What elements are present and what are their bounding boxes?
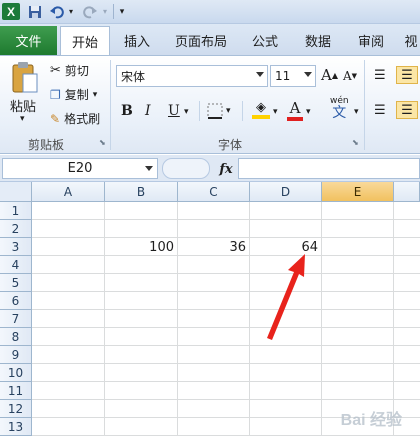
- formula-bar-splitter[interactable]: [162, 158, 210, 179]
- cut-button[interactable]: ✂ 剪切: [50, 62, 89, 79]
- underline-dropdown-icon[interactable]: ▾: [184, 107, 189, 117]
- paste-button[interactable]: 粘贴: [10, 96, 36, 115]
- copy-dropdown-icon[interactable]: ▾: [93, 90, 98, 100]
- font-name-value: 宋体: [121, 69, 146, 84]
- group-divider: [110, 60, 111, 150]
- paste-dropdown-icon[interactable]: ▾: [20, 114, 25, 124]
- fill-color-dropdown-icon[interactable]: ▾: [273, 107, 278, 117]
- customize-qat-icon[interactable]: ▾: [116, 3, 128, 20]
- font-launcher-icon[interactable]: ⬊: [352, 138, 359, 147]
- undo-icon[interactable]: [49, 3, 65, 20]
- undo-dropdown-icon[interactable]: ▾: [66, 3, 76, 20]
- tab-formulas[interactable]: 公式: [243, 26, 287, 55]
- excel-logo-icon[interactable]: X: [2, 3, 20, 20]
- grow-font-label: A: [321, 66, 332, 84]
- font-name-combo[interactable]: 宋体: [116, 65, 268, 87]
- quick-access-toolbar: X ▾ ▾ ▾: [0, 0, 420, 24]
- tab-file[interactable]: 文件: [0, 26, 57, 55]
- paint-bucket-icon: ◈: [256, 100, 266, 115]
- ribbon-home: 粘贴 ▾ ✂ 剪切 ❐ 复制 ▾ ✎ 格式刷 剪贴板 ⬊ 宋体 11 A ▲ A ▼…: [0, 55, 420, 154]
- name-box[interactable]: E20: [2, 158, 158, 179]
- tab-home[interactable]: 开始: [60, 26, 110, 55]
- tab-view[interactable]: 视: [402, 26, 420, 55]
- align-top-icon[interactable]: ☰: [374, 68, 386, 83]
- qat-separator: [113, 4, 114, 19]
- tab-data[interactable]: 数据: [296, 26, 340, 55]
- tab-page-layout[interactable]: 页面布局: [168, 26, 234, 55]
- shrink-font-button[interactable]: A ▼: [343, 69, 357, 83]
- border-dropdown-icon[interactable]: ▾: [226, 106, 231, 116]
- formula-input[interactable]: [238, 158, 420, 179]
- clipboard-group-label: 剪贴板: [28, 138, 65, 152]
- formula-bar: E20 fx: [0, 155, 420, 182]
- font-name-dropdown-icon[interactable]: [256, 72, 264, 77]
- separator: [242, 101, 243, 121]
- font-color-dropdown-icon[interactable]: ▾: [306, 107, 311, 117]
- save-icon[interactable]: [27, 3, 43, 20]
- group-divider: [364, 60, 365, 150]
- redo-icon[interactable]: [82, 3, 98, 20]
- scissors-icon: ✂: [50, 63, 61, 78]
- phonetic-bottom: 文: [332, 105, 347, 121]
- phonetic-guide-button[interactable]: wén 文: [330, 97, 349, 121]
- grow-font-button[interactable]: A ▲: [321, 66, 338, 84]
- format-painter-label: 格式刷: [64, 112, 101, 126]
- italic-button[interactable]: I: [145, 103, 151, 119]
- border-button[interactable]: ▾: [207, 103, 231, 119]
- font-size-dropdown-icon[interactable]: [304, 72, 312, 77]
- underline-button[interactable]: U: [168, 103, 180, 119]
- fill-color-button[interactable]: ◈: [252, 100, 270, 119]
- redo-dropdown-icon[interactable]: ▾: [100, 3, 110, 20]
- font-color-button[interactable]: A: [287, 99, 303, 121]
- tab-insert[interactable]: 插入: [114, 26, 160, 55]
- align-center-icon[interactable]: ☰: [396, 101, 418, 119]
- format-painter-button[interactable]: ✎ 格式刷: [50, 110, 100, 127]
- shrink-font-label: A: [343, 69, 352, 83]
- red-arrow-icon: [267, 254, 305, 340]
- annotation-arrow: [267, 254, 305, 340]
- font-color-swatch: [287, 117, 303, 121]
- font-color-glyph: A: [289, 99, 301, 117]
- cut-label: 剪切: [64, 64, 89, 78]
- tab-review[interactable]: 审阅: [349, 26, 393, 55]
- copy-icon: ❐: [50, 87, 61, 102]
- worksheet-grid[interactable]: A B C D E 1 2 3 4 5 6 7 8 9 10 11 12 13 …: [0, 182, 420, 436]
- bold-button[interactable]: B: [121, 103, 133, 119]
- clipboard-icon[interactable]: [6, 58, 42, 98]
- ribbon-tab-row: 文件 开始 插入 页面布局 公式 数据 审阅 视: [0, 24, 420, 55]
- insert-function-button[interactable]: fx: [215, 159, 237, 179]
- align-middle-icon[interactable]: ☰: [396, 66, 418, 84]
- font-group-label: 字体: [218, 138, 243, 152]
- align-left-icon[interactable]: ☰: [374, 103, 386, 118]
- clipboard-launcher-icon[interactable]: ⬊: [99, 138, 106, 147]
- fill-color-swatch: [252, 115, 270, 119]
- name-box-dropdown-icon[interactable]: [145, 166, 153, 171]
- font-size-combo[interactable]: 11: [270, 65, 316, 87]
- brush-icon: ✎: [50, 111, 61, 126]
- font-size-value: 11: [275, 69, 291, 83]
- phonetic-dropdown-icon[interactable]: ▾: [354, 107, 359, 117]
- border-icon: [207, 103, 223, 119]
- copy-button[interactable]: ❐ 复制 ▾: [50, 86, 97, 103]
- separator: [199, 101, 200, 121]
- watermark: Bai 经验: [340, 412, 402, 429]
- name-box-value: E20: [67, 161, 93, 176]
- copy-label: 复制: [64, 88, 89, 102]
